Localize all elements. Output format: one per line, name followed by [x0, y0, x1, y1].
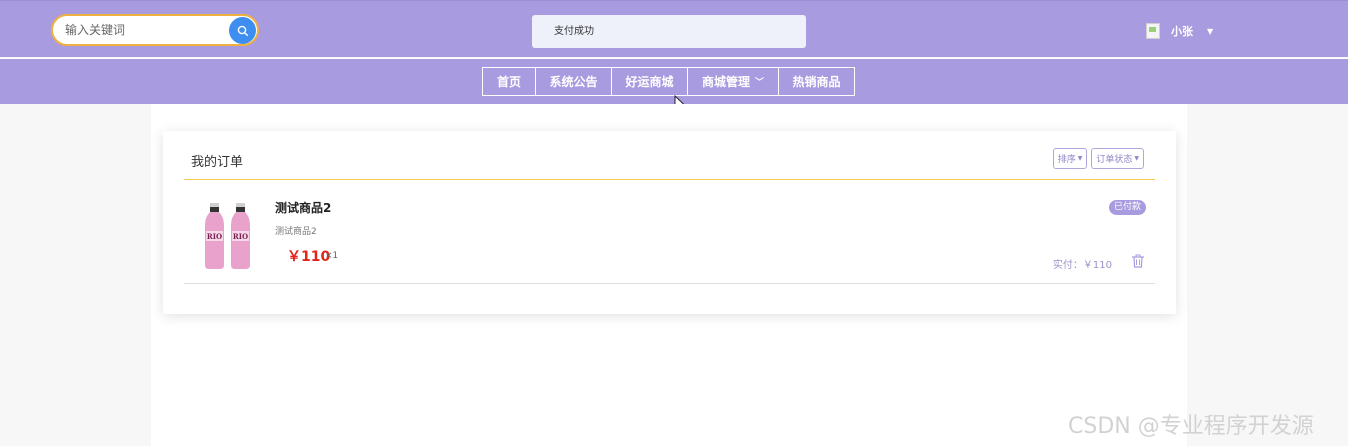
sort-label: 排序 [1057, 155, 1076, 165]
orders-card: 我的订单 排序 ▼ 订单状态 ▼ RIO RIO 测试商品2 测试商品2 ￥110 … [163, 131, 1176, 314]
main-nav: 首页 系统公告 好运商城 商城管理 ﹀ 热销商品 [482, 67, 855, 96]
nav-item-announcements[interactable]: 系统公告 [535, 67, 612, 96]
user-menu[interactable]: 小张 ▼ [1146, 21, 1213, 41]
product-name[interactable]: 测试商品2 [275, 199, 331, 216]
paid-amount: 实付：￥110 [1052, 260, 1112, 271]
nav-item-mall-management[interactable]: 商城管理 ﹀ [687, 67, 779, 96]
order-status-dropdown[interactable]: 订单状态 ▼ [1091, 148, 1144, 169]
chevron-down-icon: ﹀ [755, 78, 765, 88]
order-status-label: 订单状态 [1096, 155, 1133, 165]
search-button[interactable] [229, 17, 256, 44]
nav-item-hot-products[interactable]: 热销商品 [778, 67, 855, 96]
nav-item-home[interactable]: 首页 [482, 67, 536, 96]
nav-item-label: 商城管理 [701, 75, 750, 89]
divider [184, 179, 1155, 180]
caret-down-icon: ▼ [1134, 155, 1139, 162]
caret-down-icon: ▼ [1077, 155, 1083, 162]
trash-icon[interactable] [1131, 254, 1145, 268]
caret-down-icon: ▼ [1207, 26, 1214, 36]
avatar [1146, 23, 1160, 39]
payment-success-toast: 支付成功 [532, 15, 806, 48]
watermark: CSDN @专业程序开发源 [1068, 414, 1314, 439]
search-input[interactable] [65, 16, 225, 44]
sort-dropdown[interactable]: 排序 ▼ [1052, 148, 1088, 169]
divider [184, 283, 1155, 284]
product-description: 测试商品2 [275, 227, 317, 237]
nav-item-label: 首页 [496, 75, 521, 89]
page-title: 我的订单 [191, 155, 244, 170]
product-bottles-image[interactable]: RIO RIO [203, 203, 257, 269]
search-box [51, 14, 259, 46]
svg-text:RIO: RIO [207, 232, 222, 241]
nav-item-lucky-mall[interactable]: 好运商城 [611, 67, 688, 96]
top-header: 支付成功 小张 ▼ [0, 0, 1348, 57]
svg-text:RIO: RIO [233, 232, 248, 241]
order-filters: 排序 ▼ 订单状态 ▼ [1052, 148, 1144, 169]
search-icon [237, 25, 248, 36]
product-quantity: ×1 [325, 251, 339, 261]
nav-item-label: 好运商城 [625, 75, 674, 89]
status-badge: 已付款 [1108, 200, 1146, 215]
nav-item-label: 系统公告 [549, 75, 598, 89]
user-name: 小张 [1171, 25, 1193, 38]
nav-item-label: 热销商品 [792, 75, 841, 89]
product-price: ￥110 [287, 249, 331, 265]
